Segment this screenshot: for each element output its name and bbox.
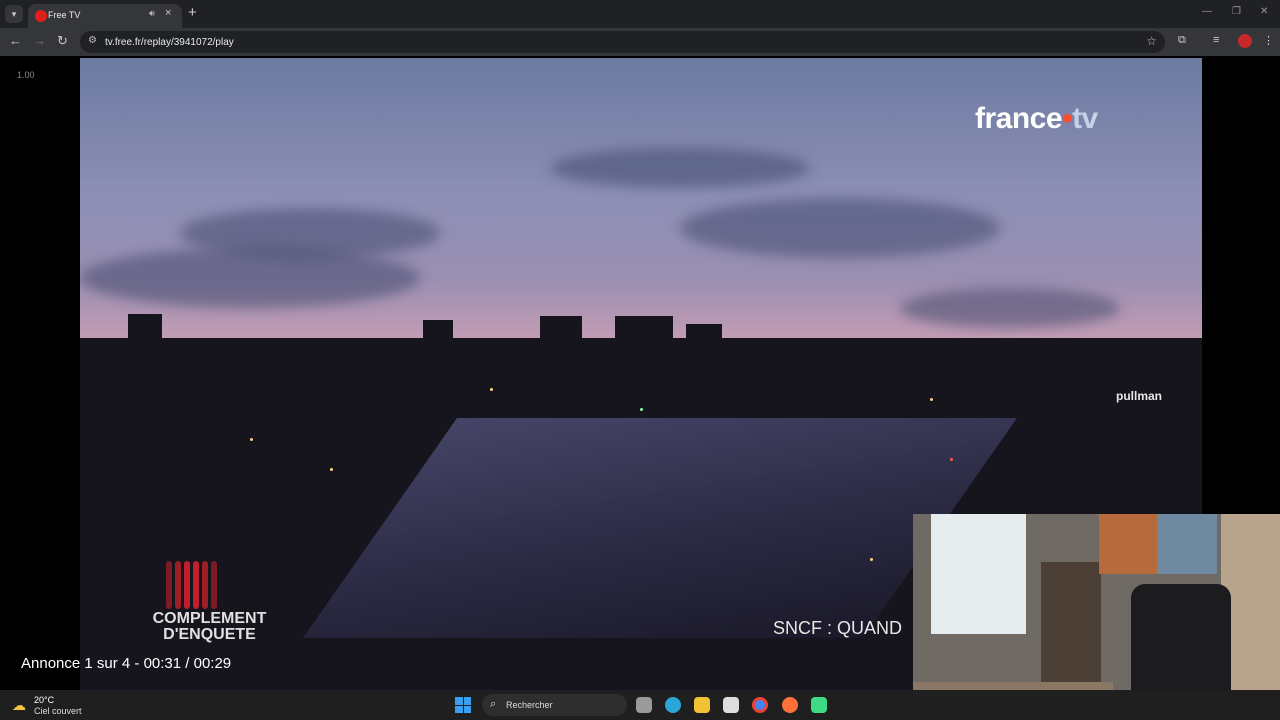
window-close-icon[interactable]: ✕ (1260, 6, 1268, 17)
city-light (330, 468, 333, 471)
tab-search-icon[interactable]: ▾ (5, 5, 23, 23)
bookmark-star-icon[interactable]: ☆ (1146, 34, 1157, 48)
store-icon[interactable] (723, 697, 739, 713)
speaker-icon[interactable]: 🔊︎ (149, 8, 155, 19)
forward-icon[interactable]: → (33, 33, 46, 48)
address-bar[interactable]: ⚙ tv.free.fr/replay/3941072/play ☆ (80, 31, 1165, 53)
url-text[interactable]: tv.free.fr/replay/3941072/play (105, 37, 234, 48)
poster (1157, 514, 1217, 574)
edge-icon[interactable] (665, 697, 681, 713)
search-label: Rechercher (506, 700, 553, 710)
weather-temperature[interactable]: 20°C (34, 695, 54, 705)
city-light (870, 558, 873, 561)
windows-start-icon[interactable] (455, 697, 471, 713)
brand-dot: • (1062, 102, 1073, 135)
ad-counter: Annonce 1 sur 4 - 00:31 / 00:29 (21, 655, 232, 672)
city-light (930, 398, 933, 401)
tower (615, 316, 673, 356)
cloud (900, 288, 1120, 328)
room-window (931, 514, 1026, 634)
extensions-icon[interactable]: ⧉ (1178, 34, 1186, 47)
reload-icon[interactable]: ↻ (57, 33, 68, 49)
tower (423, 320, 453, 350)
tab-strip: ▾ Free TV 🔊︎ × + — ❐ ✕ (0, 0, 1280, 28)
site-info-icon[interactable]: ⚙ (88, 35, 97, 46)
lower-third-title: SNCF : QUAND (773, 618, 903, 638)
close-tab-icon[interactable]: × (165, 7, 171, 19)
city-light (950, 458, 953, 461)
poster (1099, 514, 1157, 574)
tower (540, 316, 582, 356)
task-view-icon[interactable] (636, 697, 652, 713)
complement-enquete-logo-icon (162, 561, 222, 609)
taskbar: ☁ 20°C Ciel couvert ⌕ Rechercher (0, 690, 1280, 720)
taskbar-search[interactable]: ⌕ Rechercher (482, 694, 627, 716)
chrome-icon[interactable] (752, 697, 768, 713)
cloud (80, 248, 420, 308)
cloud (680, 198, 1000, 258)
tower (686, 324, 722, 356)
pullman-sign: pullman (1116, 389, 1163, 403)
show-logo-text: COMPLEMENT D'ENQUETE (152, 610, 267, 643)
brand-word: france (975, 102, 1063, 135)
restore-icon[interactable]: ❐ (1232, 6, 1241, 17)
profile-avatar[interactable] (1238, 34, 1252, 48)
france-tv-logo: france•tv (975, 102, 1098, 136)
brand-suffix: tv (1072, 102, 1098, 135)
tab-title: Free TV (48, 10, 81, 20)
cloud (550, 148, 810, 188)
back-icon[interactable]: ← (9, 33, 22, 48)
weather-cloud-icon[interactable]: ☁ (12, 697, 26, 714)
tower (128, 314, 162, 354)
search-icon: ⌕ (490, 698, 497, 710)
firefox-icon[interactable] (782, 697, 798, 713)
app-green-icon[interactable] (811, 697, 827, 713)
browser-toolbar: ← → ↻ ⚙ tv.free.fr/replay/3941072/play ☆… (0, 28, 1280, 56)
weather-description[interactable]: Ciel couvert (34, 706, 82, 716)
new-tab-icon[interactable]: + (188, 4, 197, 21)
city-light (490, 388, 493, 391)
playback-speed[interactable]: 1.00 (17, 70, 35, 80)
minimize-icon[interactable]: — (1202, 6, 1212, 17)
menu-icon[interactable]: ⋮ (1263, 34, 1274, 47)
free-tv-favicon-icon (35, 10, 47, 22)
tab-free-tv[interactable]: Free TV 🔊︎ × (28, 4, 182, 28)
city-light (250, 438, 253, 441)
file-explorer-icon[interactable] (694, 697, 710, 713)
media-control-icon[interactable]: ≡ (1213, 34, 1219, 46)
city-light (640, 408, 643, 411)
